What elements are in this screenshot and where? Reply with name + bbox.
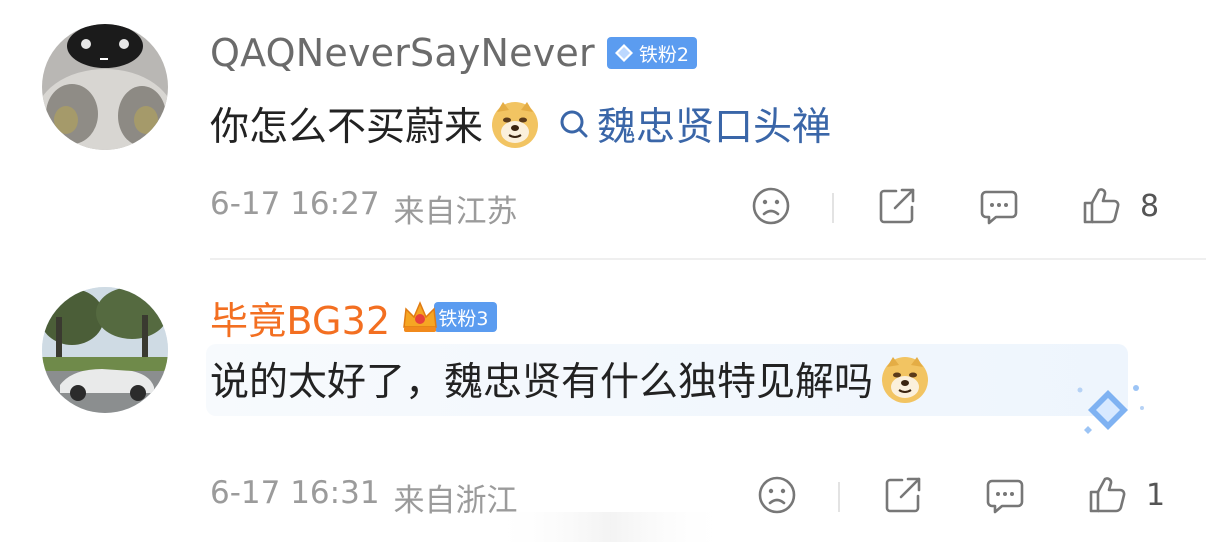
badge-label: 铁粉3 (438, 307, 489, 330)
badge-label: 铁粉2 (638, 43, 689, 66)
topic-label: 魏忠贤口头禅 (597, 105, 832, 150)
comment-item: 毕竟BG32 铁粉3 说的太好了，魏忠贤有什么独特见解吗 6-17 16:31 … (0, 260, 1206, 553)
like-icon (1089, 477, 1126, 513)
comment-item: QAQNeverSayNever 铁粉2 你怎么不买蔚来 魏忠贤口头禅 6-17… (0, 0, 1206, 258)
like-button[interactable]: 1 (1086, 474, 1165, 516)
topic-link[interactable]: 魏忠贤口头禅 (557, 96, 831, 152)
comment-button[interactable] (978, 185, 1020, 227)
like-count: 8 (1140, 188, 1160, 224)
avatar[interactable] (42, 24, 168, 150)
dislike-button[interactable] (750, 185, 792, 227)
comment-meta: 6-17 16:31 来自浙江 (210, 475, 518, 520)
diamond-icon (1077, 385, 1144, 434)
comment-text: 说的太好了，魏忠贤有什么独特见解吗 (210, 348, 931, 410)
like-icon (1083, 188, 1120, 224)
crown-icon (403, 301, 438, 332)
username[interactable]: 毕竟BG32 (210, 290, 390, 345)
dislike-icon (752, 187, 790, 225)
watermark-strip (490, 512, 730, 542)
dislike-button[interactable] (756, 474, 798, 516)
search-icon (560, 110, 588, 138)
share-icon (879, 188, 915, 224)
user-info: QAQNeverSayNever 铁粉2 (210, 28, 697, 78)
comment-icon (980, 190, 1018, 225)
diamond-icon (614, 44, 633, 62)
comment-body: 说的太好了，魏忠贤有什么独特见解吗 (210, 360, 874, 405)
comment-location: 来自江苏 (393, 193, 518, 230)
comment-date: 6-17 16:31 (210, 474, 380, 511)
comment-icon (986, 479, 1024, 514)
dislike-icon (758, 476, 796, 514)
fan-badge[interactable]: 铁粉3 (434, 302, 497, 332)
comment-footer: 6-17 16:27 来自江苏 8 (210, 183, 1206, 233)
doge-emoji (882, 357, 929, 403)
doge-emoji (492, 102, 539, 148)
username[interactable]: QAQNeverSayNever (210, 31, 595, 75)
avatar[interactable] (42, 287, 168, 413)
share-button[interactable] (876, 185, 918, 227)
comment-button[interactable] (984, 474, 1026, 516)
like-button[interactable]: 8 (1080, 185, 1159, 227)
fan-badge[interactable]: 铁粉2 (606, 37, 697, 69)
share-icon (885, 477, 921, 513)
comment-date: 6-17 16:27 (210, 185, 380, 222)
divider (832, 193, 834, 223)
comment-body: 你怎么不买蔚来 (210, 105, 484, 150)
like-count: 1 (1146, 477, 1166, 513)
share-button[interactable] (882, 474, 924, 516)
divider (838, 482, 840, 512)
comment-meta: 6-17 16:27 来自江苏 (210, 186, 518, 231)
comment-text: 你怎么不买蔚来 魏忠贤口头禅 (210, 94, 831, 154)
user-info: 毕竟BG32 铁粉3 (210, 290, 497, 345)
